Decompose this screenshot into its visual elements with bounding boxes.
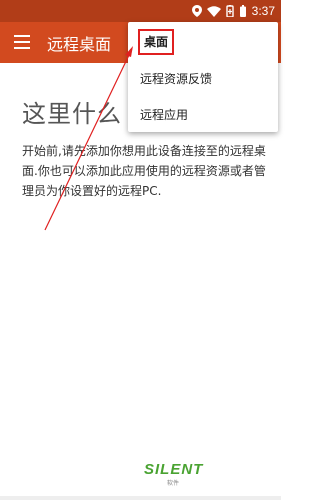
watermark-brand: SILENT — [144, 461, 204, 478]
status-time: 3:37 — [251, 4, 275, 18]
watermark-logo: SILENT 软件 — [140, 458, 204, 488]
add-menu-dropdown: 桌面 远程资源反馈 远程应用 — [128, 22, 278, 132]
menu-item-remote-resource-feed[interactable]: 远程资源反馈 — [128, 62, 278, 96]
app-title: 远程桌面 — [47, 35, 112, 54]
menu-item-remote-app-label: 远程应用 — [140, 108, 189, 122]
menu-item-desktop-label: 桌面 — [138, 29, 175, 55]
status-bar: 3:37 — [0, 0, 281, 22]
wifi-icon — [206, 5, 221, 17]
menu-item-remote-app[interactable]: 远程应用 — [128, 98, 278, 132]
status-icons: 3:37 — [191, 3, 275, 19]
location-icon — [191, 5, 202, 17]
bottom-bar — [0, 496, 281, 500]
battery-saver-icon — [225, 5, 234, 17]
hamburger-menu-icon[interactable] — [14, 35, 30, 49]
empty-state-description: 开始前,请先添加你想用此设备连接至的远程桌面.你也可以添加此应用使用的远程资源或… — [22, 144, 266, 198]
battery-icon — [239, 5, 246, 17]
menu-item-remote-resource-feed-label: 远程资源反馈 — [140, 72, 213, 86]
menu-item-desktop[interactable]: 桌面 — [128, 25, 278, 59]
watermark-sub: 软件 — [167, 480, 180, 487]
empty-state-heading: 这里什么 — [22, 100, 122, 128]
